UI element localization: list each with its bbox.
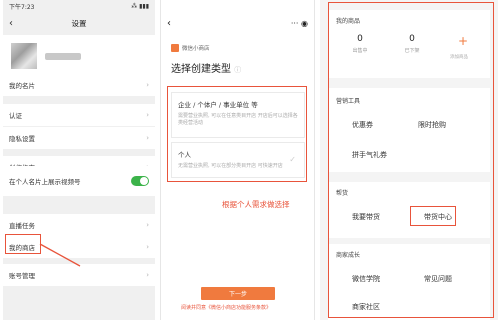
info-icon[interactable]: ⓘ — [234, 66, 241, 74]
chevron-left-icon[interactable]: ‹ — [167, 18, 171, 29]
shop-logo-icon — [171, 44, 179, 52]
arrow-line-1 — [39, 243, 81, 267]
page-title-text: 选择创建类型 — [171, 64, 231, 75]
more-icon[interactable]: ··· ◉ — [291, 19, 308, 28]
next-button[interactable]: 下一步 — [201, 287, 275, 300]
nav-bar: ‹ ··· ◉ — [161, 13, 314, 33]
agree-terms[interactable]: 阅读并同意《微信小商店功能服务条款》 — [181, 304, 271, 311]
highlight-options — [167, 86, 307, 182]
highlight-dashboard — [328, 2, 494, 318]
status-bar — [161, 0, 314, 13]
shop-badge: 微信小商店 — [171, 44, 210, 52]
highlight-help-center — [410, 206, 456, 226]
annotation-text: 根据个人需求做选择 — [222, 200, 290, 209]
screenshot-collage: 下午7:23 ⁂ ▮▮▮ ‹ 设置 我的名片 › 认证 › 隐私设置 › 创作指… — [0, 0, 500, 320]
shop-badge-label: 微信小商店 — [182, 46, 210, 52]
page-title: 选择创建类型 ⓘ — [171, 60, 241, 75]
